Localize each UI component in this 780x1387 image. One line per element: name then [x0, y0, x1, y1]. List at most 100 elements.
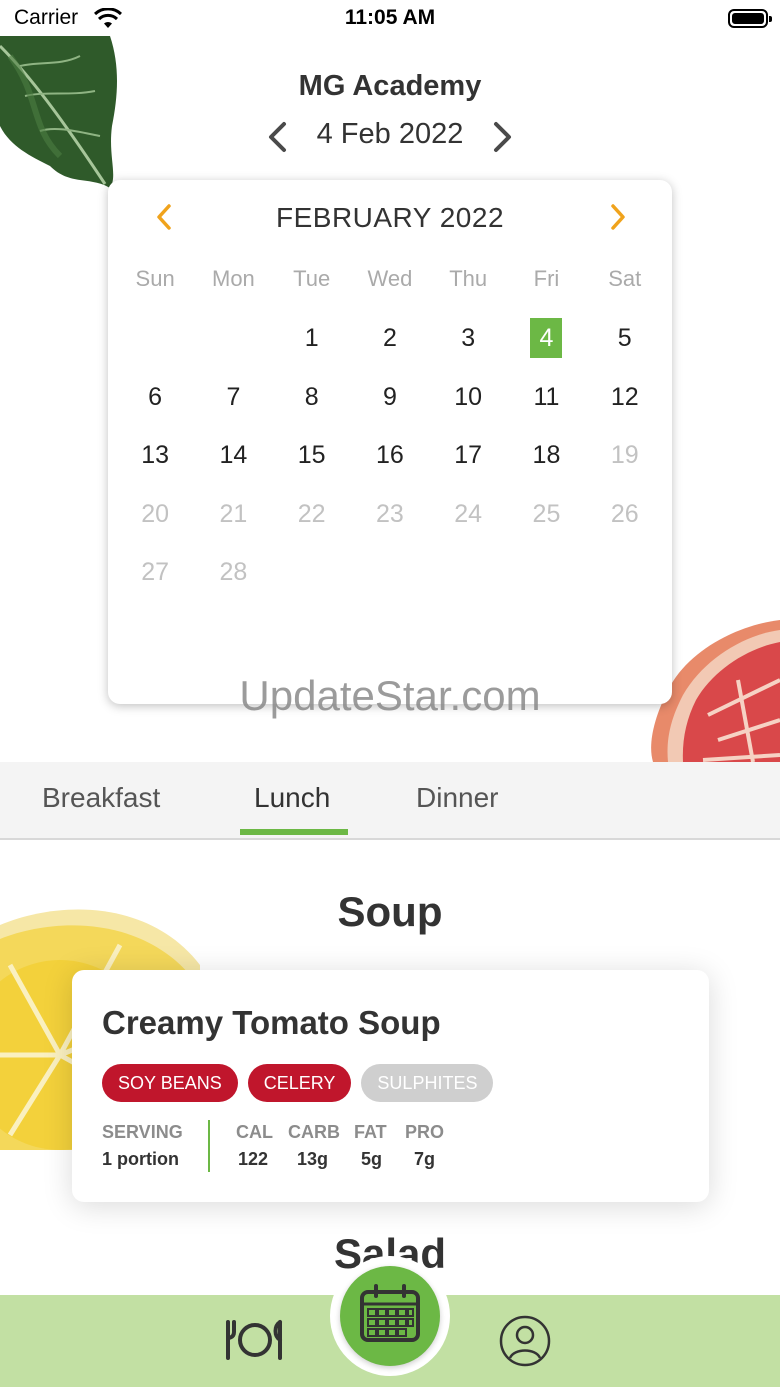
profile-icon[interactable]: [498, 1314, 552, 1368]
calendar-day-number: 15: [297, 441, 326, 469]
allergen-badge: SOY BEANS: [102, 1064, 238, 1102]
calendar-day[interactable]: 6: [116, 375, 194, 419]
calendar-day-number: 3: [461, 324, 476, 352]
weekday-label: Wed: [367, 266, 413, 291]
battery-icon: [728, 9, 772, 28]
selected-date-label: 4 Feb 2022: [316, 118, 464, 150]
calendar-day-number: 17: [454, 441, 483, 469]
calendar-day-number: 6: [148, 382, 163, 411]
weekday-header: Sun Mon Tue Wed Thu Fri Sat: [116, 266, 664, 296]
calendar-day-number: 24: [454, 499, 483, 528]
calendar-day-number: 9: [382, 382, 397, 411]
calendar-day-number: 23: [376, 499, 404, 528]
calendar-day: 22: [273, 492, 351, 536]
calendar-month-label: FEBRUARY 2022: [275, 202, 505, 233]
calendar-day-number: 12: [610, 382, 639, 411]
calendar-day-number: 25: [532, 499, 561, 528]
calendar-day-selected[interactable]: 4: [507, 316, 585, 360]
calendar-day[interactable]: 2: [351, 316, 429, 360]
calendar-day[interactable]: 16: [351, 433, 429, 477]
calendar-day[interactable]: 17: [429, 433, 507, 477]
page-title: MG Academy: [298, 70, 482, 102]
status-time: 11:05 AM: [344, 6, 436, 29]
calendar-day[interactable]: 10: [429, 375, 507, 419]
previous-day-chevron-icon[interactable]: [262, 118, 292, 158]
calendar-day-number: 19: [610, 441, 639, 469]
calories-value: 122: [238, 1149, 269, 1169]
allergen-badge: SULPHITES: [361, 1064, 494, 1102]
calendar-day[interactable]: 11: [507, 375, 585, 419]
calendar-day-number: 10: [454, 382, 483, 411]
weekday-label: Tue: [293, 266, 331, 291]
calendar-day-number: 4: [530, 318, 563, 358]
calendar-day[interactable]: 18: [507, 433, 585, 477]
calendar-day-number: 21: [219, 499, 248, 528]
allergen-list: SOY BEANS CELERY SULPHITES: [102, 1064, 494, 1102]
nutrition-divider: [208, 1120, 210, 1172]
calendar-day: 26: [586, 492, 664, 536]
calendar-button[interactable]: [340, 1266, 440, 1366]
serving-label: SERVING: [102, 1122, 183, 1142]
calendar-day[interactable]: 8: [273, 375, 351, 419]
carbs-label: CARB: [288, 1122, 340, 1142]
calendar-day[interactable]: 3: [429, 316, 507, 360]
calories-label: CAL: [236, 1122, 273, 1142]
calendar-day-number: 20: [141, 499, 170, 528]
calendar-day: 21: [194, 492, 272, 536]
calendar-day-number: 2: [382, 324, 397, 352]
protein-label: PRO: [405, 1122, 445, 1142]
next-day-chevron-icon[interactable]: [488, 118, 518, 158]
calendar-empty-cell: [194, 316, 272, 360]
fat-label: FAT: [354, 1122, 387, 1142]
calendar-day: 23: [351, 492, 429, 536]
calendar-day-number: 1: [304, 324, 319, 352]
calendar-day[interactable]: 9: [351, 375, 429, 419]
carbs-value: 13g: [297, 1149, 329, 1169]
meal-name: Creamy Tomato Soup: [102, 1004, 441, 1041]
date-selector: 4 Feb 2022: [0, 118, 780, 158]
fat-value: 5g: [361, 1149, 383, 1169]
meal-card[interactable]: Creamy Tomato Soup SOY BEANS CELERY SULP…: [72, 970, 709, 1202]
watermark: UpdateStar.com: [239, 672, 541, 719]
calendar-day: 25: [507, 492, 585, 536]
calendar-day[interactable]: 12: [586, 375, 664, 419]
weekday-label: Sun: [135, 266, 175, 291]
calendar-day-number: 22: [297, 499, 326, 528]
section-title: Soup: [337, 888, 443, 935]
calendar-day[interactable]: 13: [116, 433, 194, 477]
calendar-day-number: 14: [219, 441, 248, 469]
calendar-day[interactable]: 7: [194, 375, 272, 419]
tab-lunch[interactable]: Lunch: [254, 782, 330, 814]
calendar-day-number: 16: [376, 441, 404, 469]
meal-tabs: Breakfast Lunch Dinner: [0, 762, 780, 840]
calendar-day-number: 27: [141, 558, 170, 586]
calendar-day[interactable]: 14: [194, 433, 272, 477]
calendar-icon: [360, 1284, 420, 1342]
calendar-day: 24: [429, 492, 507, 536]
calendar-empty-cell: [116, 316, 194, 360]
active-tab-indicator: [240, 829, 348, 835]
calendar-day-number: 28: [219, 558, 248, 586]
calendar-day[interactable]: 5: [586, 316, 664, 360]
calendar-day-number: 5: [617, 324, 632, 352]
tab-breakfast[interactable]: Breakfast: [42, 782, 160, 814]
calendar-day: 19: [586, 433, 664, 477]
calendar-day: 20: [116, 492, 194, 536]
next-month-chevron-icon[interactable]: [606, 202, 630, 232]
weekday-label: Mon: [212, 266, 255, 291]
calendar-day-number: 8: [304, 382, 319, 411]
calendar-day: 27: [116, 550, 194, 594]
serving-value: 1 portion: [102, 1149, 179, 1169]
calendar-day-number: 26: [610, 499, 639, 528]
tab-dinner[interactable]: Dinner: [416, 782, 498, 814]
calendar-day: 28: [194, 550, 272, 594]
calendar-day-grid: 1 2 3 4 5 6 7 8 9 10 11 12 13 14 15 16 17 18 19 20 21 22 23 24 2…: [116, 316, 664, 609]
dish-icon[interactable]: [222, 1318, 288, 1362]
allergen-badge: CELERY: [247, 1064, 352, 1102]
calendar-day[interactable]: 15: [273, 433, 351, 477]
weekday-label: Thu: [449, 266, 488, 291]
weekday-label: Fri: [533, 266, 560, 291]
calendar-day[interactable]: 1: [273, 316, 351, 360]
calendar-day-number: 18: [532, 441, 561, 469]
protein-value: 7g: [414, 1149, 436, 1169]
